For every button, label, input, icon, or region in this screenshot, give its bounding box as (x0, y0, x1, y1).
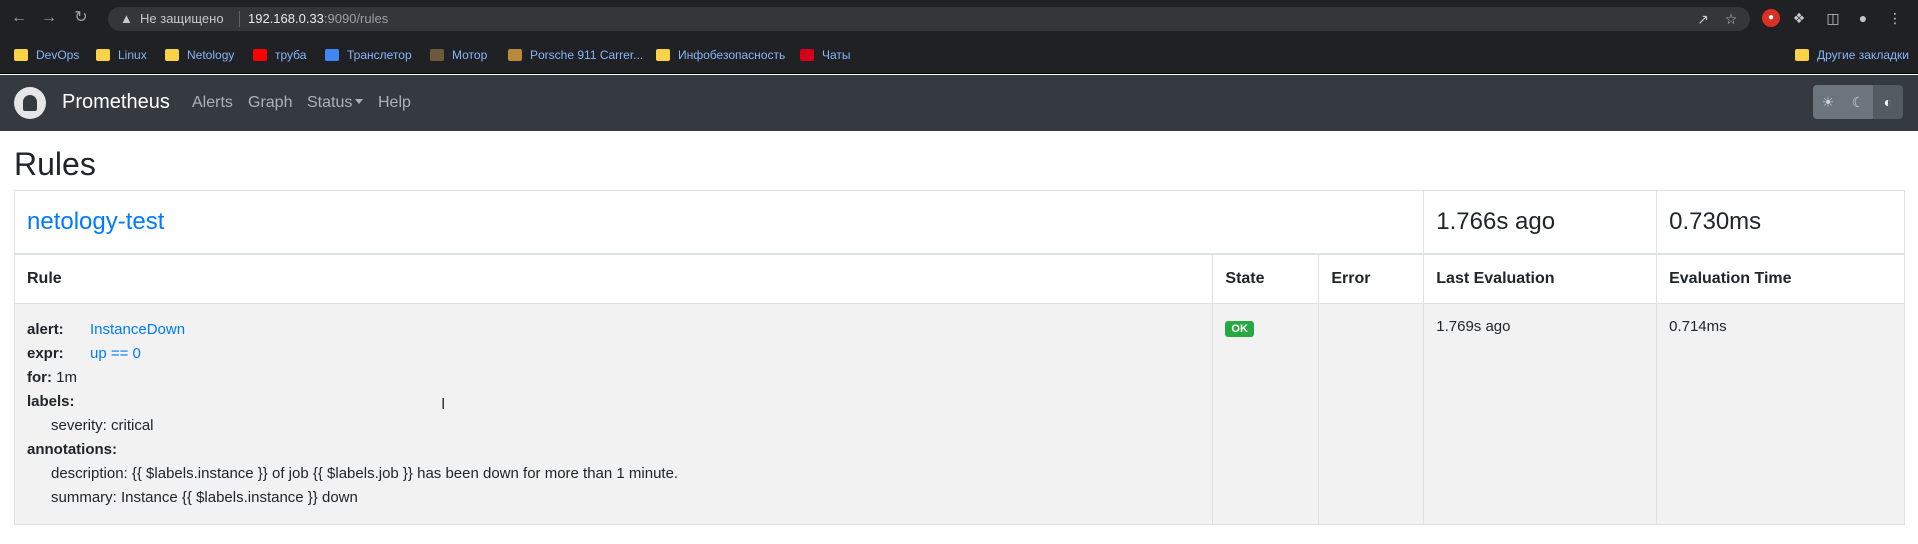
rule-expr-link[interactable]: up == 0 (90, 345, 141, 362)
bookmark-chats[interactable]: Чаты (800, 47, 851, 63)
bookmark-linux[interactable]: Linux (96, 47, 147, 63)
rule-labels-key: labels: (27, 393, 75, 410)
column-header-last-evaluation: Last Evaluation (1423, 252, 1658, 304)
bookmark-label: труба (275, 48, 307, 62)
share-icon[interactable]: ↗ (1694, 10, 1712, 28)
rule-last-evaluation: 1.769s ago (1423, 303, 1658, 525)
rule-for-value: 1m (56, 369, 78, 386)
status-badge: OK (1225, 321, 1254, 337)
url-path: :9090/rules (323, 11, 389, 26)
rule-group-name-cell: netology-test (13, 190, 1425, 254)
security-status[interactable]: Не защищено (140, 11, 224, 26)
url-text[interactable]: 192.168.0.33:9090/rules (248, 11, 388, 26)
rule-error-cell (1318, 303, 1425, 525)
rule-expr-key: expr: (27, 345, 64, 362)
bookmark-label: Другие закладки (1817, 48, 1909, 62)
rule-annotation-description: description: {{ $labels.instance }} of j… (51, 465, 679, 482)
omnibox-separator (239, 11, 240, 27)
bookmark-porsche[interactable]: Porsche 911 Carrer... (508, 47, 643, 63)
theme-toggle-group: ☀ ☾ ◐ (1813, 85, 1903, 119)
folder-icon (96, 49, 110, 61)
bookmark-motor[interactable]: Мотор (430, 47, 487, 63)
prometheus-logo-icon[interactable] (14, 87, 46, 119)
theme-dark-icon[interactable]: ☾ (1843, 85, 1873, 119)
rule-group-table: netology-test 1.766s ago 0.730ms Rule St… (13, 190, 1905, 525)
bookmark-netology[interactable]: Netology (165, 47, 234, 63)
rule-for-line: for: 1m (27, 366, 1200, 390)
rule-annotation-summary: summary: Instance {{ $labels.instance }}… (51, 489, 358, 506)
browser-toolbar: ← → ↻ ▲ Не защищено 192.168.0.33:9090/ru… (0, 0, 1918, 36)
motor-icon (430, 49, 444, 61)
group-last-evaluation: 1.766s ago (1423, 190, 1658, 254)
extensions-puzzle-icon[interactable]: ❖ (1790, 9, 1808, 27)
translate-icon (325, 49, 339, 61)
forward-icon[interactable]: → (40, 9, 58, 27)
rule-definition-cell: alert: InstanceDown expr: up == 0 for: 1m … (13, 303, 1214, 525)
extension-adblock-icon[interactable]: ● (1762, 9, 1780, 27)
rule-alert-key: alert: (27, 321, 64, 338)
prometheus-navbar: Prometheus Alerts Graph Status Help ☀ ☾ … (0, 75, 1918, 131)
bookmark-label: Linux (118, 48, 147, 62)
page-title: Rules (14, 146, 96, 182)
bookmark-infosec[interactable]: Инфобезопасность (656, 47, 785, 63)
menu-kebab-icon[interactable]: ⋮ (1886, 9, 1904, 27)
address-bar[interactable]: ▲ Не защищено 192.168.0.33:9090/rules ↗ … (108, 7, 1750, 31)
star-icon[interactable]: ☆ (1722, 10, 1740, 28)
hh-icon (800, 49, 814, 61)
sidebar-icon[interactable]: ◫ (1824, 9, 1842, 27)
rule-alert-line: alert: InstanceDown (27, 318, 1200, 342)
reload-icon[interactable]: ↻ (72, 9, 90, 27)
nav-status[interactable]: Status (307, 94, 364, 112)
group-evaluation-time: 0.730ms (1656, 190, 1905, 254)
column-header-rule: Rule (13, 252, 1214, 304)
chevron-down-icon (355, 99, 364, 104)
warning-icon: ▲ (120, 11, 133, 26)
other-bookmarks[interactable]: Другие закладки (1795, 47, 1909, 63)
rule-alert-link[interactable]: InstanceDown (90, 321, 185, 338)
url-host: 192.168.0.33 (248, 11, 324, 26)
bookmark-translator[interactable]: Транслетор (325, 47, 412, 63)
column-header-error: Error (1318, 252, 1425, 304)
bookmark-label: Инфобезопасность (678, 48, 786, 62)
bookmark-label: Мотор (452, 48, 488, 62)
nav-alerts[interactable]: Alerts (192, 94, 233, 112)
folder-icon (165, 49, 179, 61)
theme-light-icon[interactable]: ☀ (1813, 85, 1843, 119)
folder-icon (1795, 49, 1809, 61)
column-header-evaluation-time: Evaluation Time (1656, 252, 1905, 304)
bookmark-label: Netology (187, 48, 235, 62)
porsche-icon (508, 49, 522, 61)
bookmark-truba[interactable]: труба (253, 47, 306, 63)
rule-group-header: netology-test 1.766s ago 0.730ms (13, 190, 1905, 254)
column-header-row: Rule State Error Last Evaluation Evaluat… (13, 252, 1905, 304)
bookmark-label: Чаты (822, 48, 851, 62)
rule-label-severity: severity: critical (51, 417, 154, 434)
bookmark-label: DevOps (36, 48, 80, 62)
bookmark-label: Транслетор (347, 48, 412, 62)
rule-annotations-key: annotations: (27, 441, 117, 458)
folder-icon (14, 49, 28, 61)
table-row: alert: InstanceDown expr: up == 0 for: 1m … (13, 303, 1905, 525)
rule-for-key: for: (27, 369, 52, 386)
nav-help[interactable]: Help (378, 94, 411, 112)
bookmarks-bar: DevOps Linux Netology труба Транслетор М… (0, 36, 1918, 74)
rule-expr-line: expr: up == 0 (27, 342, 1200, 366)
bookmark-devops[interactable]: DevOps (14, 47, 79, 63)
rule-group-name-link[interactable]: netology-test (27, 208, 164, 235)
nav-graph[interactable]: Graph (248, 94, 292, 112)
rule-state-cell: OK (1212, 303, 1320, 525)
back-icon[interactable]: ← (10, 9, 28, 27)
profile-icon[interactable]: ● (1854, 9, 1872, 27)
text-cursor-icon: I (441, 396, 446, 413)
nav-status-label: Status (307, 94, 353, 111)
theme-auto-icon[interactable]: ◐ (1873, 85, 1903, 119)
rule-evaluation-time: 0.714ms (1656, 303, 1905, 525)
column-header-state: State (1212, 252, 1320, 304)
navbar-brand[interactable]: Prometheus (62, 91, 170, 114)
youtube-icon (253, 49, 267, 61)
folder-icon (656, 49, 670, 61)
bookmark-label: Porsche 911 Carrer... (530, 48, 644, 62)
